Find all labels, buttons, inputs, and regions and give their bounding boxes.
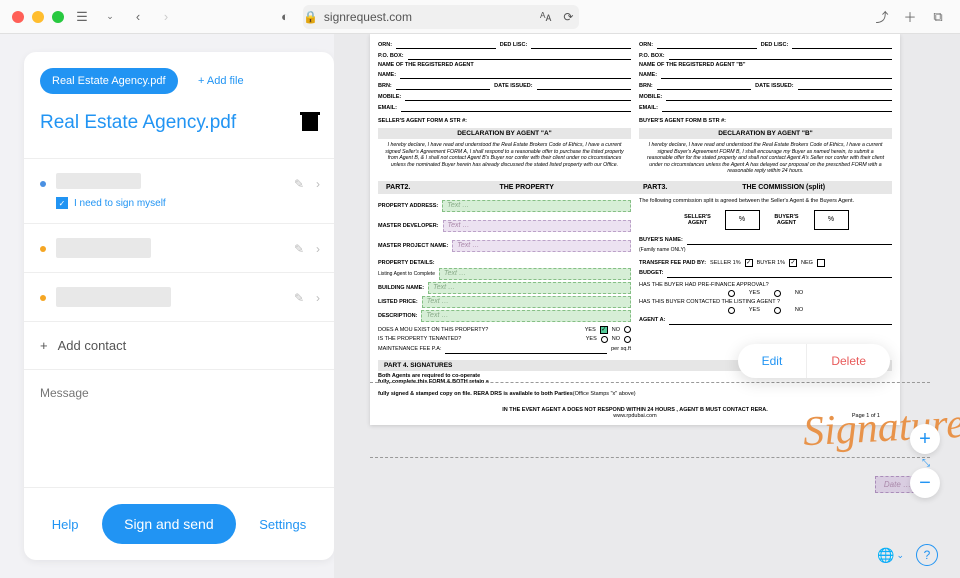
radio[interactable] [774, 290, 781, 297]
text-placeholder[interactable]: Text … [422, 296, 631, 308]
share-icon[interactable]: ⤴ [872, 7, 892, 27]
edit-signer-icon[interactable]: ✎ [294, 291, 304, 305]
browser-chrome: ☰ ⌄ ‹ › ◐ 🔒 signrequest.com ᴬᴀ ⟳ ⤴ ＋ ⧉ [0, 0, 960, 34]
language-selector[interactable]: 🌐⌄ [877, 547, 904, 564]
plus-icon: + [40, 338, 48, 353]
checkbox[interactable]: ✓ [789, 259, 797, 267]
edit-signer-icon[interactable]: ✎ [294, 242, 304, 256]
text-placeholder[interactable]: Text … [439, 268, 631, 280]
add-file-link[interactable]: + Add file [198, 75, 244, 87]
checkbox[interactable]: ✓ [745, 259, 753, 267]
url-text: signrequest.com [324, 10, 412, 24]
signer-row[interactable]: ✎ › [24, 272, 334, 321]
add-contact-button[interactable]: + Add contact [24, 321, 334, 369]
signer-dot [40, 246, 46, 252]
reload-icon[interactable]: ⟳ [563, 10, 573, 24]
delete-document-icon[interactable] [302, 115, 318, 131]
checkbox[interactable] [817, 259, 825, 267]
chevron-right-icon[interactable]: › [316, 291, 320, 305]
text-placeholder[interactable]: Text … [452, 240, 631, 252]
text-placeholder[interactable]: Text … [428, 282, 631, 294]
message-textarea[interactable] [40, 386, 318, 446]
radio[interactable] [601, 336, 608, 343]
popup-edit-button[interactable]: Edit [738, 344, 808, 378]
signer-dot [40, 181, 46, 187]
guide-line [370, 382, 930, 383]
help-link[interactable]: Help [52, 517, 79, 532]
shield-icon[interactable]: ◐ [275, 7, 295, 27]
guide-line [370, 457, 930, 458]
add-contact-label: Add contact [58, 338, 127, 353]
radio[interactable] [624, 326, 631, 333]
signer-row[interactable]: ✎ › [24, 223, 334, 272]
signer-dot [40, 295, 46, 301]
dropdown-icon[interactable]: ⌄ [100, 7, 120, 27]
zoom-in-button[interactable]: + [910, 424, 940, 454]
reader-icon[interactable]: ᴬᴀ [540, 10, 551, 24]
signer-row-self[interactable]: ✓ I need to sign myself ✎ › [24, 158, 334, 223]
sign-send-button[interactable]: Sign and send [102, 504, 236, 544]
sidebar-toggle-icon[interactable]: ☰ [72, 7, 92, 27]
document-viewport[interactable]: ORN:DED LISC: P.O. BOX: NAME OF THE REGI… [334, 34, 960, 578]
lock-icon: 🔒 [303, 10, 318, 24]
pct-input[interactable]: % [814, 210, 849, 230]
self-sign-checkbox[interactable]: ✓ [56, 197, 68, 209]
help-icon[interactable]: ? [916, 544, 938, 566]
field-popup: Edit Delete [738, 344, 890, 378]
maximize-window[interactable] [52, 11, 64, 23]
radio[interactable] [728, 307, 735, 314]
signer-email-redacted [56, 287, 171, 307]
traffic-lights [12, 11, 64, 23]
document-title: Real Estate Agency.pdf [40, 112, 236, 134]
document-pill[interactable]: Real Estate Agency.pdf [40, 68, 178, 94]
chevron-right-icon[interactable]: › [316, 242, 320, 256]
signer-email-redacted [56, 238, 151, 258]
self-sign-label: I need to sign myself [74, 198, 166, 209]
tabs-icon[interactable]: ⧉ [928, 7, 948, 27]
settings-link[interactable]: Settings [259, 517, 306, 532]
pct-input[interactable]: % [725, 210, 760, 230]
minimize-window[interactable] [32, 11, 44, 23]
edit-signer-icon[interactable]: ✎ [294, 177, 304, 191]
back-icon[interactable]: ‹ [128, 7, 148, 27]
url-bar[interactable]: 🔒 signrequest.com ᴬᴀ ⟳ [303, 5, 580, 29]
sidebar: Real Estate Agency.pdf + Add file Real E… [24, 52, 334, 560]
radio[interactable] [624, 336, 631, 343]
new-tab-icon[interactable]: ＋ [900, 7, 920, 27]
close-window[interactable] [12, 11, 24, 23]
text-placeholder[interactable]: Text … [421, 310, 631, 322]
text-placeholder[interactable]: Text … [443, 220, 631, 232]
forward-icon[interactable]: › [156, 7, 176, 27]
text-placeholder[interactable]: Text … [442, 200, 631, 212]
radio[interactable] [774, 307, 781, 314]
popup-delete-button[interactable]: Delete [807, 344, 890, 378]
chevron-right-icon[interactable]: › [316, 177, 320, 191]
checkbox-checked[interactable]: ✓ [600, 326, 608, 334]
radio[interactable] [728, 290, 735, 297]
signer-email-redacted [56, 173, 141, 189]
zoom-out-button[interactable]: − [910, 468, 940, 498]
